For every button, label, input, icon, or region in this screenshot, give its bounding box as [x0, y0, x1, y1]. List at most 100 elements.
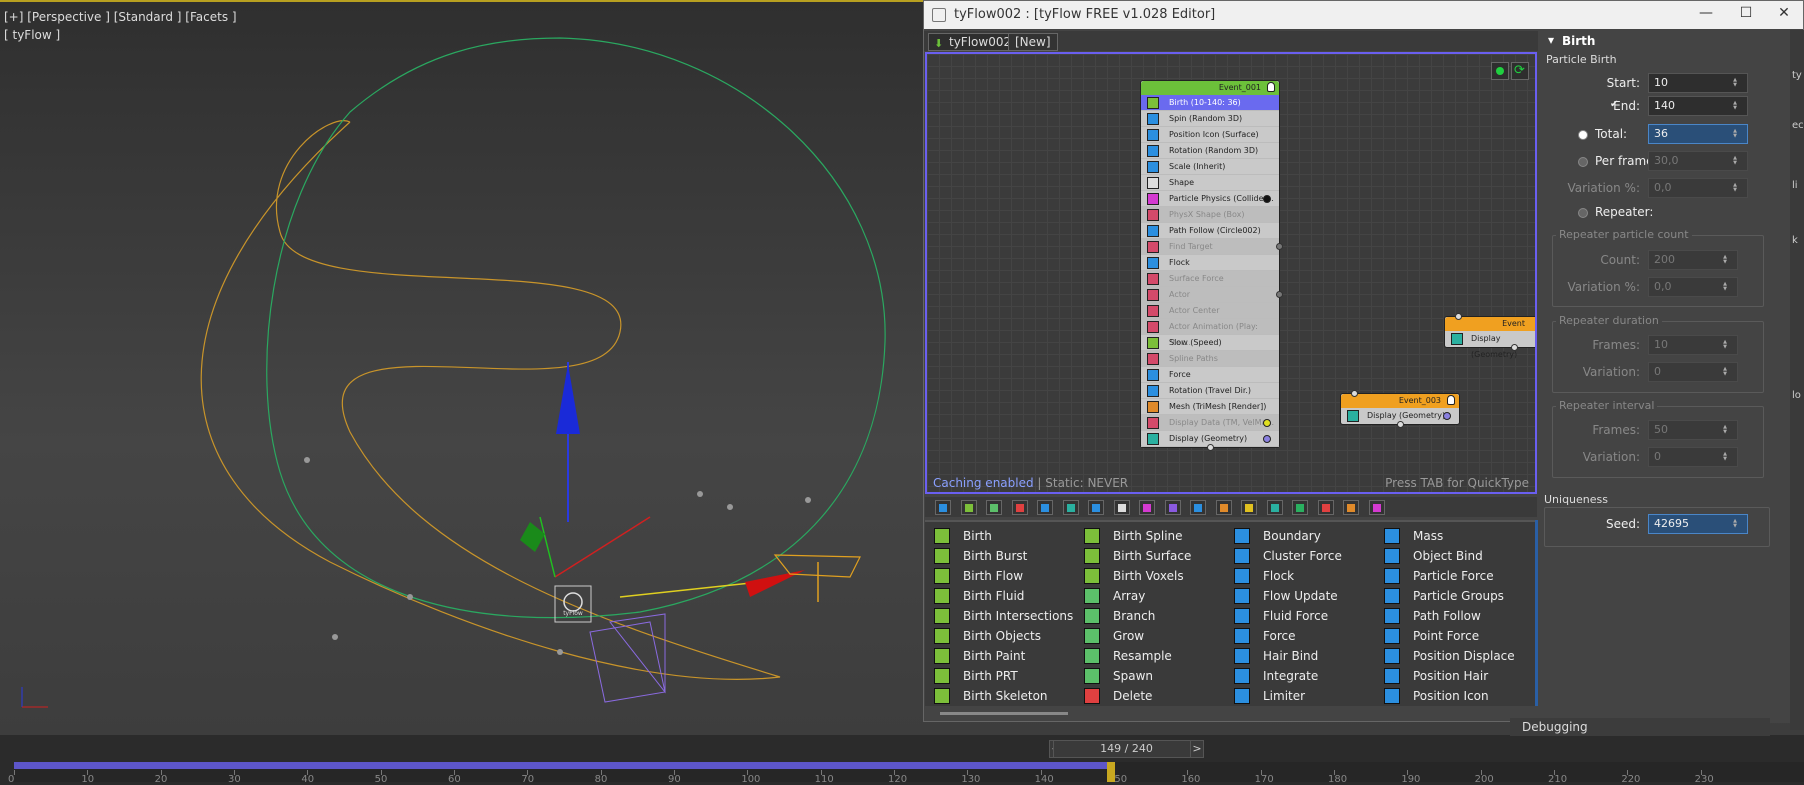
operator-output-port[interactable]	[1276, 243, 1283, 250]
viewport-scene[interactable]: tyFlow	[0, 2, 923, 737]
event-operator[interactable]: Birth (10-140: 36)	[1141, 95, 1279, 111]
caching-enabled-text[interactable]: Caching enabled	[933, 476, 1034, 490]
count-spinner[interactable]: 200	[1648, 250, 1738, 270]
event-operator[interactable]: Position Icon (Surface)	[1141, 127, 1279, 143]
lightbulb-icon[interactable]	[1267, 82, 1275, 92]
refresh-button[interactable]: ⟳	[1511, 62, 1529, 80]
window-titlebar[interactable]: tyFlow002 : [tyFlow FREE v1.028 Editor] …	[924, 1, 1803, 29]
event-operator[interactable]: Slow (Speed)	[1141, 335, 1279, 351]
event-operator[interactable]: Surface Force	[1141, 271, 1279, 287]
event-operator[interactable]: Path Follow (Circle002)	[1141, 223, 1279, 239]
operator-list-item[interactable]: Integrate	[1225, 666, 1375, 686]
category-filter-button[interactable]	[1190, 500, 1206, 515]
operator-list-item[interactable]: Birth Voxels	[1075, 566, 1225, 586]
repeater-radio[interactable]	[1578, 208, 1588, 218]
operator-list-item[interactable]: Grow	[1075, 626, 1225, 646]
operator-list-item[interactable]: Object Bind	[1375, 546, 1535, 566]
event-input-port[interactable]	[1351, 390, 1358, 397]
category-filter-button[interactable]	[960, 500, 977, 515]
event-001-node[interactable]: Event_001 Birth (10-140: 36) Spin (Random…	[1140, 80, 1283, 451]
event-operator[interactable]: Mesh (TriMesh [Render])	[1141, 399, 1279, 415]
operator-list-item[interactable]: Position Hair	[1375, 666, 1535, 686]
total-radio[interactable]	[1578, 130, 1588, 140]
operator-display-geometry[interactable]: Display (Geometry)	[1445, 331, 1535, 359]
category-filter-button[interactable]	[1088, 500, 1104, 515]
rd-variation-spinner[interactable]: 0	[1648, 362, 1738, 382]
debugging-rollout[interactable]: Debugging	[1510, 718, 1770, 736]
tab-tyflow002[interactable]: ⬇ tyFlow002	[928, 33, 1019, 51]
timeline-playhead[interactable]	[1106, 762, 1115, 782]
operator-list-item[interactable]: Branch	[1075, 606, 1225, 626]
ri-variation-spinner[interactable]: 0	[1648, 447, 1738, 467]
operator-list-item[interactable]: Birth Fluid	[925, 586, 1075, 606]
operator-list-item[interactable]: Birth Objects	[925, 626, 1075, 646]
operator-list-item[interactable]: Birth Flow	[925, 566, 1075, 586]
event-operator[interactable]: Display Data (TM, VelMa...	[1141, 415, 1279, 431]
event-input-port[interactable]	[1455, 313, 1462, 320]
category-filter-button[interactable]	[1139, 500, 1155, 515]
event-operator[interactable]: Flock	[1141, 255, 1279, 271]
operator-output-port[interactable]	[1276, 291, 1283, 298]
event-operator[interactable]: Spin (Random 3D)	[1141, 111, 1279, 127]
category-filter-button[interactable]	[1164, 500, 1181, 515]
operator-list-item[interactable]: Hair Bind	[1225, 646, 1375, 666]
event-operator[interactable]: Force	[1141, 367, 1279, 383]
event-output-port[interactable]	[1207, 444, 1214, 451]
per-frame-spinner[interactable]: 30,0	[1648, 151, 1748, 171]
rollout-arrow-icon[interactable]: ▾	[1548, 33, 1554, 47]
operator-list-item[interactable]: Force	[1225, 626, 1375, 646]
enable-toggle-button[interactable]	[1491, 62, 1509, 80]
category-filter-button[interactable]	[1343, 500, 1359, 515]
event-operator[interactable]: Spline Paths	[1141, 351, 1279, 367]
event-operator[interactable]: Scale (Inherit)	[1141, 159, 1279, 175]
timeline-track[interactable]: 0 10 20 30 40 50 60 70 80 90 100 110 120 130 140 150 160…	[8, 762, 1804, 785]
event-operator[interactable]: Actor Animation (Play: "ter...	[1141, 319, 1279, 347]
event-output-port[interactable]	[1397, 421, 1404, 428]
operator-color-swatch[interactable]	[1263, 435, 1271, 443]
next-frame-button[interactable]: >	[1190, 740, 1204, 758]
operator-list-hscroll[interactable]	[940, 712, 1068, 715]
category-filter-button[interactable]	[1317, 500, 1334, 515]
category-filter-button[interactable]	[1062, 500, 1079, 515]
operator-list-item[interactable]: Spawn	[1075, 666, 1225, 686]
operator-list-item[interactable]: Limiter	[1225, 686, 1375, 706]
minimize-button[interactable]: —	[1691, 5, 1721, 25]
operator-color-swatch[interactable]	[1263, 419, 1271, 427]
operator-list-item[interactable]: Delete	[1075, 686, 1225, 706]
operator-list-item[interactable]: Position Displace	[1375, 646, 1535, 666]
panel-header[interactable]: Birth	[1562, 34, 1595, 48]
viewport-label[interactable]: [+] [Perspective ] [Standard ] [Facets ]	[4, 10, 237, 24]
operator-list-item[interactable]: Resample	[1075, 646, 1225, 666]
category-filter-button[interactable]	[1113, 500, 1130, 515]
time-slider[interactable]: 149 / 240	[1053, 740, 1200, 758]
category-filter-button[interactable]	[935, 500, 951, 515]
operator-list-item[interactable]: Particle Groups	[1375, 586, 1535, 606]
event-operator[interactable]: Particle Physics (Collide ...	[1141, 191, 1279, 207]
operator-list-item[interactable]: Point Force	[1375, 626, 1535, 646]
operator-list-item[interactable]: Birth Paint	[925, 646, 1075, 666]
operator-list-item[interactable]: Particle Force	[1375, 566, 1535, 586]
operator-color-swatch[interactable]	[1263, 195, 1271, 203]
event-operator[interactable]: Rotation (Random 3D)	[1141, 143, 1279, 159]
event-operator[interactable]: Rotation (Travel Dir.)	[1141, 383, 1279, 399]
event-003-header[interactable]: Event_003	[1341, 394, 1459, 408]
category-filter-button[interactable]	[986, 500, 1002, 515]
maximize-button[interactable]: ☐	[1731, 5, 1761, 25]
viewport-sublabel[interactable]: [ tyFlow ]	[4, 28, 60, 42]
tab-new[interactable]: [New]	[1008, 33, 1058, 51]
operator-list-item[interactable]: Birth Intersections	[925, 606, 1075, 626]
category-filter-button[interactable]	[1266, 500, 1283, 515]
operator-list-item[interactable]: Flow Update	[1225, 586, 1375, 606]
category-filter-button[interactable]	[1241, 500, 1257, 515]
event-operator[interactable]: Actor Center	[1141, 303, 1279, 319]
category-filter-button[interactable]	[1011, 500, 1028, 515]
operator-list-item[interactable]: Birth PRT	[925, 666, 1075, 686]
event-operator[interactable]: Shape	[1141, 175, 1279, 191]
event-002-node[interactable]: Event Display (Geometry)	[1444, 313, 1535, 359]
rd-frames-spinner[interactable]: 10	[1648, 335, 1738, 355]
flow-graph-canvas[interactable]: ⟳ Event_001 Birth (10-140: 36) Spin (Rand…	[925, 52, 1537, 494]
operator-list-vscroll[interactable]	[1535, 520, 1538, 706]
operator-list[interactable]: Birth Birth Burst Birth Flow Birth Fluid Bir…	[925, 520, 1537, 706]
operator-list-item[interactable]: Birth Burst	[925, 546, 1075, 566]
rpc-variation-spinner[interactable]: 0,0	[1648, 277, 1738, 297]
